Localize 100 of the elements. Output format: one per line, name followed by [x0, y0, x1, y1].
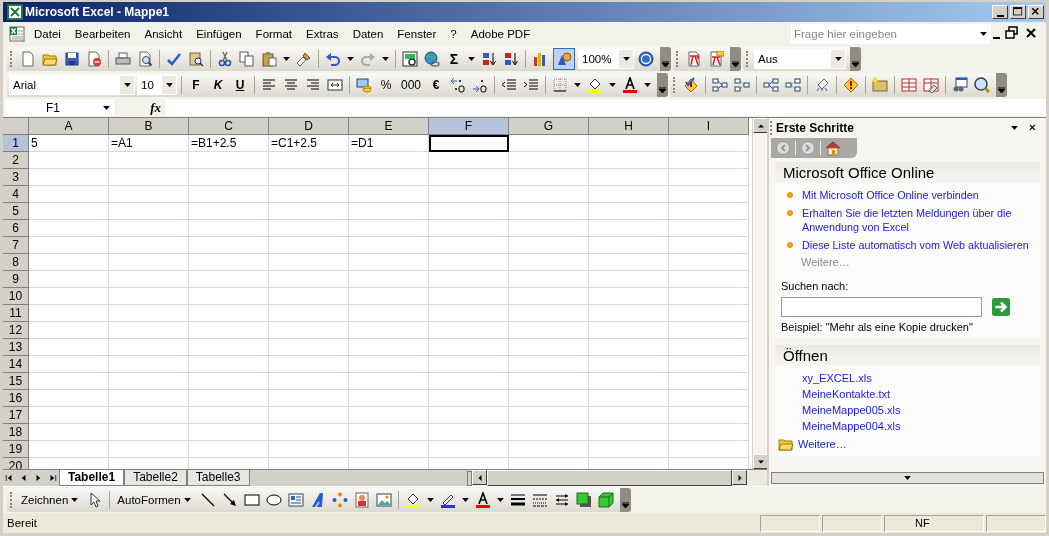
- align-right-icon[interactable]: [305, 77, 321, 93]
- row-header[interactable]: 4: [3, 186, 29, 203]
- tab-split-handle[interactable]: [467, 470, 472, 486]
- link[interactable]: Mit Microsoft Office Online verbinden: [802, 188, 979, 202]
- row-header[interactable]: 12: [3, 322, 29, 339]
- line-style-icon[interactable]: [509, 492, 526, 508]
- arrow-style-icon[interactable]: [553, 492, 570, 508]
- font-combo[interactable]: Arial: [9, 75, 135, 95]
- spell-check-icon[interactable]: [166, 51, 182, 67]
- autoshapes-menu[interactable]: AutoFormen: [114, 494, 196, 506]
- line-color-icon[interactable]: [439, 492, 456, 508]
- watch-window-icon[interactable]: [952, 77, 969, 93]
- toolbar-options-button[interactable]: [996, 73, 1008, 97]
- row-header[interactable]: 3: [3, 169, 29, 186]
- clipboard-icon[interactable]: [261, 51, 277, 67]
- column-header[interactable]: D: [269, 118, 349, 135]
- globe-icon[interactable]: [424, 51, 440, 67]
- caret-icon[interactable]: [426, 498, 434, 502]
- row-header[interactable]: 14: [3, 356, 29, 373]
- row-header[interactable]: 13: [3, 339, 29, 356]
- remove-arrows-icon[interactable]: [734, 77, 751, 93]
- drawing-tools-icon[interactable]: [554, 49, 574, 69]
- caret-icon[interactable]: [103, 105, 110, 110]
- draw-menu[interactable]: Zeichnen: [18, 494, 84, 506]
- row-header[interactable]: 5: [3, 203, 29, 220]
- scissors-icon[interactable]: [217, 51, 233, 67]
- caret-icon[interactable]: [834, 57, 842, 61]
- formula-field[interactable]: [165, 99, 1046, 116]
- remove-arrows-icon[interactable]: [785, 77, 802, 93]
- menu-item[interactable]: Extras: [299, 26, 346, 42]
- vertical-scrollbar[interactable]: [752, 118, 767, 469]
- column-header[interactable]: F: [429, 118, 509, 135]
- toolbar-options-button[interactable]: [850, 47, 861, 71]
- toolbar-grip[interactable]: [10, 492, 13, 508]
- restricted-page-icon[interactable]: [86, 51, 102, 67]
- file-link[interactable]: MeineMappe005.xls: [802, 404, 1036, 416]
- increase-indent-icon[interactable]: [523, 77, 540, 93]
- font-size-combo[interactable]: 10: [137, 75, 177, 95]
- rectangle-icon[interactable]: [243, 492, 260, 508]
- underline-button[interactable]: U: [230, 78, 250, 92]
- align-left-icon[interactable]: [261, 77, 277, 93]
- caret-icon[interactable]: [904, 476, 911, 480]
- caret-icon[interactable]: [382, 57, 389, 61]
- minimize-icon[interactable]: [993, 36, 1000, 39]
- column-header[interactable]: C: [189, 118, 269, 135]
- link[interactable]: Erhalten Sie die letzten Meldungen über die Anwendung von Excel: [802, 206, 1036, 234]
- spreadsheet-document-icon[interactable]: [9, 26, 25, 42]
- caret-icon[interactable]: [347, 57, 354, 61]
- menu-item[interactable]: Ansicht: [137, 26, 190, 42]
- menu-item[interactable]: Bearbeiten: [67, 26, 138, 42]
- picture-icon[interactable]: [375, 492, 392, 508]
- row-header[interactable]: 6: [3, 220, 29, 237]
- sort-descending-icon[interactable]: [503, 51, 519, 67]
- row-header[interactable]: 11: [3, 305, 29, 322]
- row-header[interactable]: 7: [3, 237, 29, 254]
- menu-item[interactable]: Einfügen: [189, 26, 249, 42]
- warning-diamond-icon[interactable]: [843, 77, 860, 93]
- undo-icon[interactable]: [325, 51, 341, 67]
- search-field[interactable]: [781, 297, 982, 317]
- percent-button[interactable]: %: [376, 78, 396, 92]
- pane-grip[interactable]: [770, 121, 773, 135]
- insert-function-button[interactable]: fx: [115, 99, 165, 116]
- row-header[interactable]: 15: [3, 373, 29, 390]
- restore-icon[interactable]: [1004, 26, 1020, 42]
- sheet-tab[interactable]: Tabelle2: [124, 470, 187, 486]
- caret-icon[interactable]: [1011, 126, 1018, 130]
- toolbar-grip[interactable]: [676, 51, 679, 67]
- row-header[interactable]: 1: [3, 135, 29, 152]
- go-arrow-icon[interactable]: [992, 298, 1010, 316]
- clip-art-icon[interactable]: [353, 492, 370, 508]
- caret-icon[interactable]: [644, 83, 652, 87]
- column-header[interactable]: I: [669, 118, 749, 135]
- thousands-button[interactable]: 000: [398, 78, 425, 92]
- caret-icon[interactable]: [283, 57, 290, 61]
- row-header[interactable]: 8: [3, 254, 29, 271]
- toolbar-grip[interactable]: [10, 51, 13, 67]
- table-icon[interactable]: [901, 77, 918, 93]
- menu-item[interactable]: Adobe PDF: [463, 26, 538, 42]
- eraser-icon[interactable]: [814, 77, 831, 93]
- bar-chart-icon[interactable]: [532, 51, 548, 67]
- decrease-indent-icon[interactable]: [501, 77, 518, 93]
- autosum-button[interactable]: Σ: [444, 51, 464, 67]
- zoom-combo[interactable]: 100%: [578, 49, 634, 69]
- home-icon[interactable]: [825, 140, 841, 156]
- text-box-icon[interactable]: [287, 492, 304, 508]
- caret-icon[interactable]: [165, 83, 173, 87]
- note-icon[interactable]: [872, 77, 889, 93]
- dash-style-icon[interactable]: [531, 492, 548, 508]
- row-header[interactable]: 2: [3, 152, 29, 169]
- sheet-tab[interactable]: Tabelle3: [186, 470, 250, 486]
- fill-color-icon[interactable]: [587, 77, 604, 93]
- caret-icon[interactable]: [622, 57, 630, 61]
- font-color-icon[interactable]: [474, 492, 491, 508]
- borders-icon[interactable]: [552, 77, 569, 93]
- row-header[interactable]: 17: [3, 407, 29, 424]
- folder-icon[interactable]: [42, 51, 58, 67]
- trace-arrows-icon[interactable]: [712, 77, 729, 93]
- euro-button[interactable]: €: [426, 78, 447, 92]
- minimize-button[interactable]: [992, 5, 1008, 19]
- currency-icon[interactable]: [356, 77, 372, 93]
